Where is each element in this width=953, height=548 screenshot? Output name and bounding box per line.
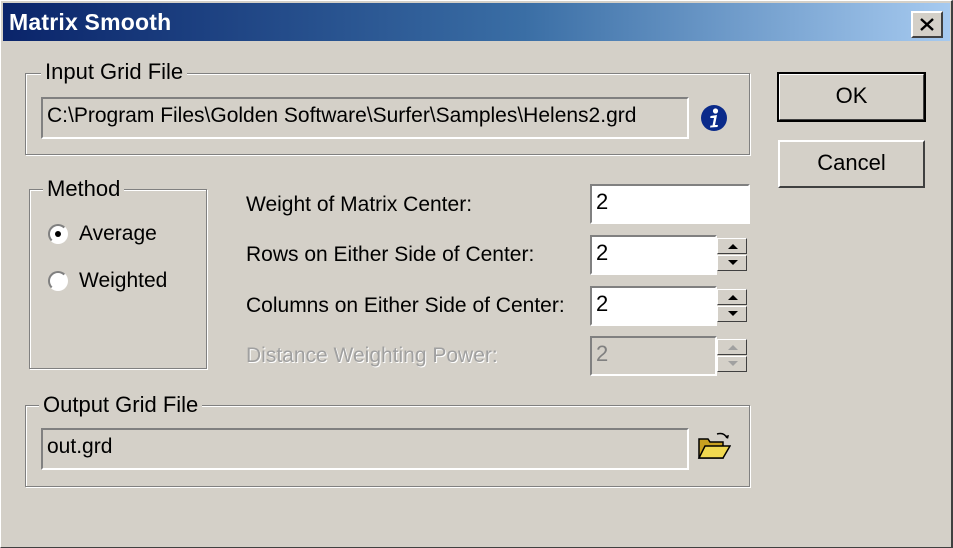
radio-weighted-label[interactable]: Weighted <box>79 267 167 295</box>
down-arrow-icon <box>728 361 738 366</box>
distance-power-spinner <box>717 338 747 374</box>
radio-weighted[interactable] <box>48 271 68 291</box>
radio-average-label[interactable]: Average <box>79 220 157 248</box>
close-icon <box>920 18 934 31</box>
down-arrow-icon <box>728 311 738 316</box>
ok-button[interactable]: OK <box>777 72 926 122</box>
rows-spin-down[interactable] <box>717 255 747 271</box>
distance-power-label: Distance Weighting Power: <box>246 344 498 367</box>
open-folder-icon <box>697 432 732 459</box>
output-grid-legend: Output Grid File <box>39 392 203 418</box>
up-arrow-icon <box>728 295 738 300</box>
radio-average[interactable] <box>48 224 68 244</box>
down-arrow-icon <box>728 260 738 265</box>
distance-spin-up <box>717 339 747 355</box>
input-grid-legend: Input Grid File <box>41 59 188 85</box>
columns-input[interactable]: 2 <box>590 286 717 326</box>
output-grid-path[interactable]: out.grd <box>41 428 689 470</box>
title-bar[interactable]: Matrix Smooth <box>3 3 950 41</box>
close-button[interactable] <box>911 11 943 38</box>
info-icon <box>701 105 727 131</box>
rows-spinner[interactable] <box>717 237 747 273</box>
columns-label: Columns on Either Side of Center: <box>246 294 565 317</box>
input-grid-path[interactable]: C:\Program Files\Golden Software\Surfer\… <box>41 97 689 139</box>
columns-spin-down[interactable] <box>717 306 747 322</box>
up-arrow-icon <box>728 345 738 350</box>
matrix-smooth-dialog: Matrix Smooth Input Grid File C:\Program… <box>0 0 953 548</box>
up-arrow-icon <box>728 244 738 249</box>
radio-selected-dot <box>55 231 61 237</box>
browse-output-button[interactable] <box>697 431 733 465</box>
cancel-button[interactable]: Cancel <box>778 140 925 188</box>
distance-spin-down <box>717 356 747 372</box>
columns-spin-up[interactable] <box>717 289 747 305</box>
dialog-title: Matrix Smooth <box>9 9 172 35</box>
columns-spinner[interactable] <box>717 288 747 324</box>
weight-center-input[interactable]: 2 <box>590 184 750 224</box>
distance-power-input: 2 <box>590 336 717 376</box>
rows-spin-up[interactable] <box>717 238 747 254</box>
rows-input[interactable]: 2 <box>590 235 717 275</box>
weight-center-label: Weight of Matrix Center: <box>246 193 473 216</box>
grid-info-button[interactable] <box>697 101 733 135</box>
method-legend: Method <box>43 176 125 202</box>
rows-label: Rows on Either Side of Center: <box>246 243 535 266</box>
